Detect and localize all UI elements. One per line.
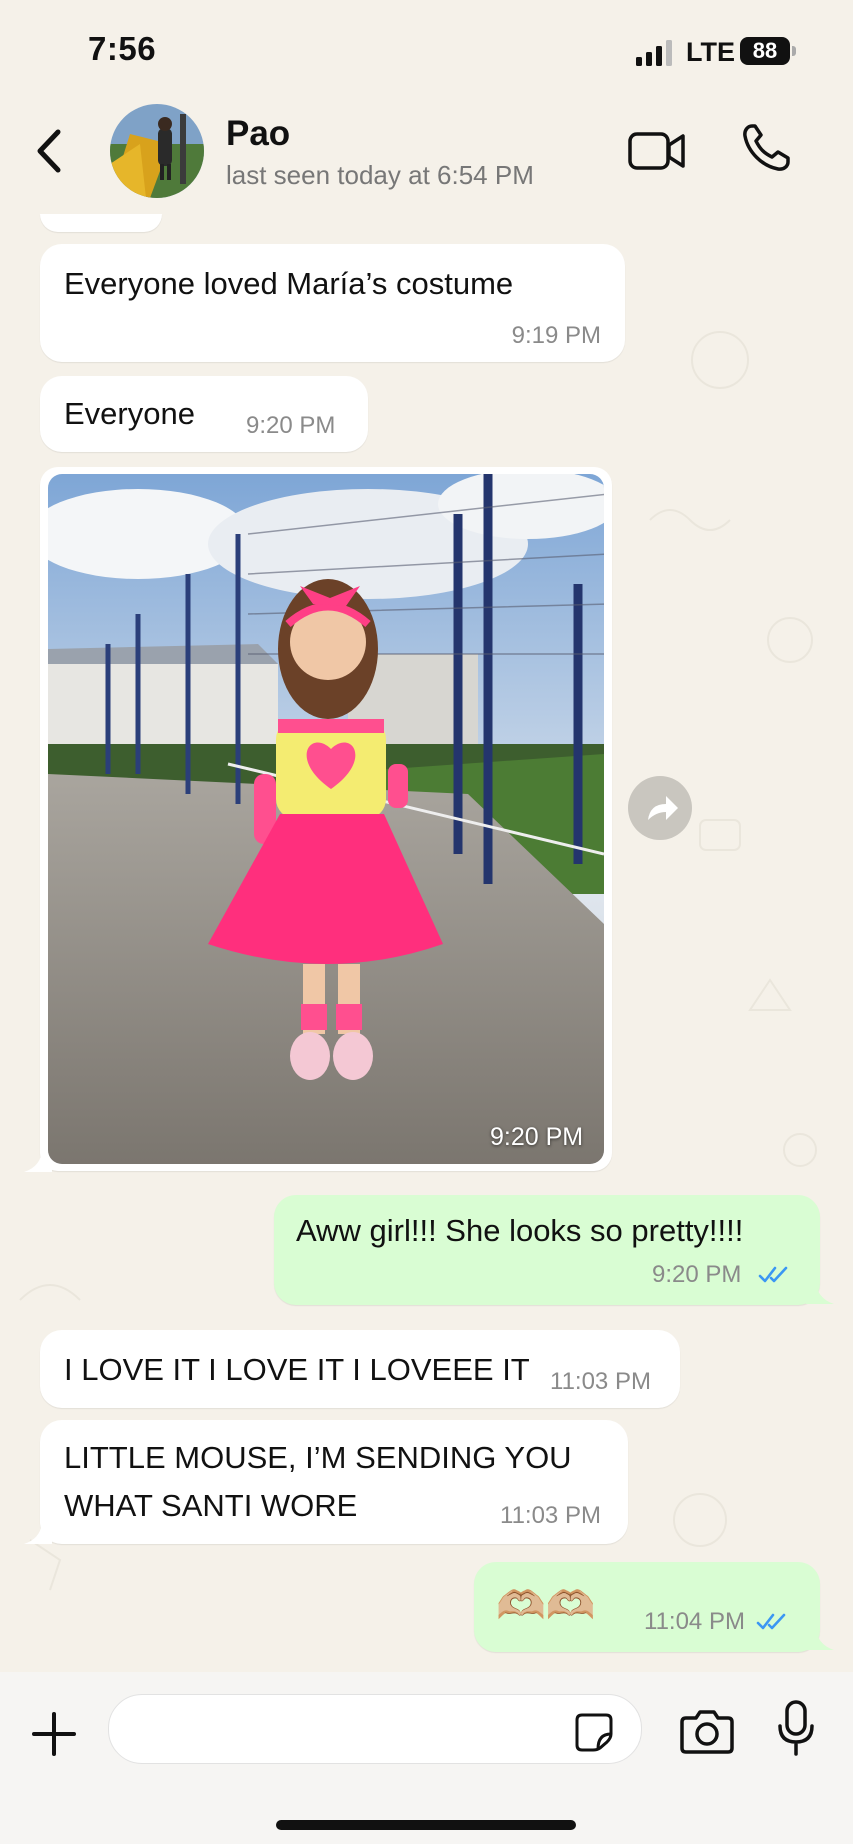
message-time: 11:03 PM <box>500 1502 601 1529</box>
shared-photo[interactable] <box>48 474 604 1164</box>
camera-icon[interactable] <box>680 1708 734 1754</box>
network-label: LTE <box>686 37 735 67</box>
battery-icon: 88 <box>740 37 790 65</box>
message-bubble-incoming[interactable]: Everyone loved María’s costume 9:19 PM <box>40 244 625 362</box>
avatar[interactable] <box>110 104 204 198</box>
message-input-bar <box>0 1672 853 1844</box>
status-bar: 7:56 LTE 88 <box>0 0 853 100</box>
video-camera-icon[interactable] <box>628 128 686 174</box>
read-receipt-icon <box>756 1613 786 1630</box>
message-text: Aww girl!!! She looks so pretty!!!! <box>296 1213 744 1248</box>
message-bubble-outgoing[interactable]: Aww girl!!! She looks so pretty!!!! 9:20… <box>274 1195 820 1305</box>
chevron-left-icon[interactable] <box>30 126 70 176</box>
share-arrow-icon <box>648 796 678 820</box>
message-bubble-incoming[interactable]: LITTLE MOUSE, I’M SENDING YOU WHAT SANTI… <box>40 1420 628 1544</box>
message-bubble-partial <box>40 214 162 232</box>
message-time: 9:20 PM <box>652 1261 742 1288</box>
contact-name[interactable]: Pao <box>226 114 290 154</box>
forward-button[interactable] <box>628 776 692 840</box>
message-text: I LOVE IT I LOVE IT I LOVEEE IT <box>64 1352 530 1387</box>
message-input[interactable] <box>108 1694 642 1764</box>
bubble-tail <box>24 1520 52 1544</box>
read-receipt-icon <box>758 1266 788 1283</box>
message-time: 9:19 PM <box>511 322 601 349</box>
image-message-time: 9:20 PM <box>490 1123 584 1151</box>
battery-tip <box>792 46 796 56</box>
bubble-tail <box>806 1280 834 1304</box>
message-time: 11:03 PM <box>550 1368 651 1395</box>
message-bubble-incoming[interactable]: Everyone 9:20 PM <box>40 376 368 452</box>
message-bubble-outgoing[interactable]: 🫶🏼🫶🏼 11:04 PM <box>474 1562 820 1652</box>
chat-header: Pao last seen today at 6:54 PM <box>0 100 853 218</box>
message-time: 9:20 PM <box>246 412 336 439</box>
microphone-icon[interactable] <box>776 1700 816 1756</box>
home-indicator <box>276 1820 576 1830</box>
message-bubble-incoming[interactable]: I LOVE IT I LOVE IT I LOVEEE IT 11:03 PM <box>40 1330 680 1408</box>
message-text: Everyone <box>64 396 195 431</box>
message-text-line-2: WHAT SANTI WORE <box>64 1488 358 1523</box>
last-seen-status: last seen today at 6:54 PM <box>226 160 534 190</box>
sticker-icon[interactable] <box>574 1712 614 1752</box>
status-time: 7:56 <box>88 30 157 67</box>
plus-icon[interactable] <box>30 1710 78 1758</box>
message-text-emoji: 🫶🏼🫶🏼 <box>496 1583 596 1629</box>
message-text: Everyone loved María’s costume <box>64 266 514 301</box>
bubble-tail <box>806 1626 834 1650</box>
message-text-line-1: LITTLE MOUSE, I’M SENDING YOU <box>64 1440 572 1475</box>
signal-icon <box>636 40 672 66</box>
phone-icon[interactable] <box>740 122 792 174</box>
message-time: 11:04 PM <box>644 1608 745 1635</box>
